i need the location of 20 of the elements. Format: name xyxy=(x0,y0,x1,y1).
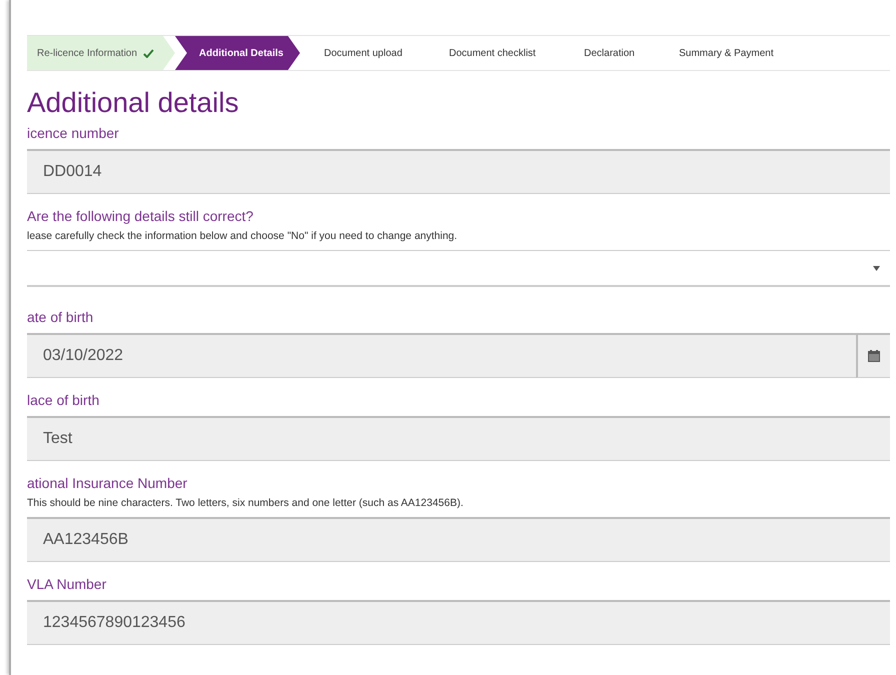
page-heading: Additional details xyxy=(27,87,240,119)
field-label: ational Insurance Number xyxy=(27,475,188,491)
field-label: ate of birth xyxy=(27,309,94,325)
check-icon xyxy=(143,48,154,58)
date-field[interactable]: 03/10/2022 xyxy=(27,333,856,378)
progress-step[interactable]: Additional Details xyxy=(175,36,300,70)
calendar-icon xyxy=(868,350,880,362)
caret-icon xyxy=(873,266,880,270)
calendar-button[interactable] xyxy=(856,333,890,378)
input-field[interactable]: AA123456B xyxy=(27,517,890,562)
input-field[interactable]: Test xyxy=(27,416,890,461)
field-hint: lease carefully check the information below and choose "No" if you need to change anything. xyxy=(27,230,458,242)
input-field[interactable]: DD0014 xyxy=(27,149,890,194)
field-label: Are the following details still correct? xyxy=(27,208,254,224)
field-label: icence number xyxy=(27,125,120,141)
field-hint: This should be nine characters. Two letters, six numbers and one letter (such as AA123456B). xyxy=(27,497,464,509)
field-label: VLA Number xyxy=(27,576,108,592)
field-label: lace of birth xyxy=(27,392,100,408)
progress-step[interactable]: Re-licence Information xyxy=(27,36,175,70)
input-field[interactable]: 1234567890123456 xyxy=(27,600,890,645)
